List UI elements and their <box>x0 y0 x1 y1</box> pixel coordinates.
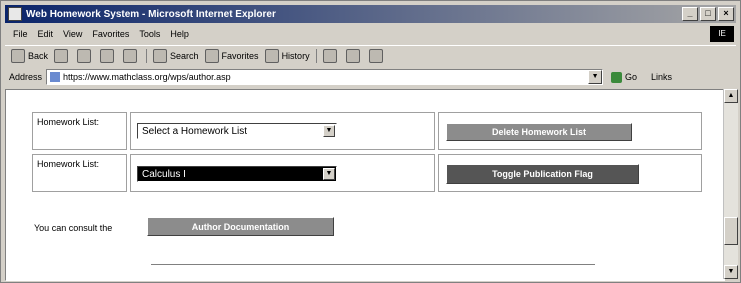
vertical-scrollbar[interactable]: ▲ ▼ <box>723 89 738 279</box>
print-icon <box>345 49 360 63</box>
address-url: https://www.mathclass.org/wps/author.asp <box>63 72 231 82</box>
mail-icon <box>322 49 337 63</box>
close-button[interactable]: × <box>718 7 734 21</box>
author-documentation-button[interactable]: Author Documentation <box>147 217 334 236</box>
favorites-icon <box>204 49 219 63</box>
edit-icon <box>368 49 383 63</box>
homework-list-select-value: Calculus I <box>142 168 186 180</box>
scroll-down-button[interactable]: ▼ <box>724 265 738 279</box>
search-label: Search <box>170 51 199 61</box>
homework-list-select[interactable]: Select a Homework List ▼ <box>137 123 337 139</box>
row-2-label-cell: Homework List: <box>32 154 127 192</box>
scroll-thumb[interactable] <box>724 217 738 245</box>
search-button[interactable]: Search <box>153 49 199 63</box>
homework-list-select-selected[interactable]: Calculus I ▼ <box>137 166 337 182</box>
address-label: Address <box>9 72 43 82</box>
ie-logo: IE <box>710 26 734 42</box>
go-button[interactable]: Go <box>611 71 638 83</box>
go-arrow-icon <box>611 71 623 83</box>
history-icon <box>264 49 279 63</box>
refresh-icon <box>100 49 115 63</box>
window-title: Web Homework System - Microsoft Internet… <box>26 8 276 20</box>
links-button[interactable]: Links <box>651 72 672 82</box>
browser-window: Web Homework System - Microsoft Internet… <box>0 0 741 283</box>
menu-edit[interactable]: Edit <box>38 29 54 39</box>
chevron-down-icon: ▼ <box>323 168 335 180</box>
forward-button[interactable] <box>54 49 71 63</box>
delete-homework-list-button[interactable]: Delete Homework List <box>446 123 632 141</box>
chevron-down-icon: ▼ <box>323 125 335 137</box>
forward-arrow-icon <box>54 49 69 63</box>
menu-view[interactable]: View <box>63 29 82 39</box>
row-2-select-cell: Calculus I ▼ <box>130 154 435 192</box>
address-bar: Address https://www.mathclass.org/wps/au… <box>5 68 736 86</box>
row-2-action-cell: Toggle Publication Flag <box>438 154 702 192</box>
back-label: Back <box>28 51 49 61</box>
page-content: Homework List: Select a Homework List ▼ … <box>5 89 725 281</box>
maximize-button[interactable]: □ <box>700 7 716 21</box>
row-1-select-cell: Select a Homework List ▼ <box>130 112 435 150</box>
print-button[interactable] <box>345 49 363 63</box>
toggle-publication-flag-button[interactable]: Toggle Publication Flag <box>446 164 639 184</box>
stop-button[interactable] <box>77 49 94 63</box>
go-label: Go <box>625 72 638 82</box>
homework-list-select-value: Select a Homework List <box>142 125 248 137</box>
home-button[interactable] <box>123 49 140 63</box>
home-icon <box>123 49 138 63</box>
menu-tools[interactable]: Tools <box>139 29 160 39</box>
address-input[interactable]: https://www.mathclass.org/wps/author.asp… <box>46 69 604 85</box>
ie-app-icon <box>8 7 22 21</box>
menu-favorites[interactable]: Favorites <box>92 29 129 39</box>
minimize-button[interactable]: _ <box>682 7 698 21</box>
scroll-up-button[interactable]: ▲ <box>724 89 738 103</box>
toolbar-divider <box>146 49 148 63</box>
row-1-action-cell: Delete Homework List <box>438 112 702 150</box>
back-button[interactable]: Back <box>11 49 48 63</box>
menu-help[interactable]: Help <box>170 29 189 39</box>
toolbar: Back Search Favorites History <box>5 45 736 66</box>
toolbar-divider <box>315 49 317 63</box>
back-arrow-icon <box>11 49 25 63</box>
mail-button[interactable] <box>322 49 340 63</box>
horizontal-divider <box>151 264 595 265</box>
menu-bar: File Edit View Favorites Tools Help IE <box>5 25 736 43</box>
homework-list-label: Homework List: <box>37 117 100 127</box>
history-button[interactable]: History <box>264 49 310 63</box>
row-1-label-cell: Homework List: <box>32 112 127 150</box>
refresh-button[interactable] <box>100 49 117 63</box>
history-label: History <box>281 51 310 61</box>
favorites-label: Favorites <box>221 51 259 61</box>
homework-list-label: Homework List: <box>37 159 100 169</box>
title-bar: Web Homework System - Microsoft Internet… <box>5 5 736 23</box>
search-icon <box>153 49 168 63</box>
stop-icon <box>77 49 92 63</box>
favorites-button[interactable]: Favorites <box>204 49 259 63</box>
menu-file[interactable]: File <box>13 29 28 39</box>
page-icon <box>50 72 61 82</box>
consult-text: You can consult the <box>34 223 113 233</box>
address-dropdown-icon[interactable]: ▼ <box>588 70 603 84</box>
edit-button[interactable] <box>368 49 386 63</box>
